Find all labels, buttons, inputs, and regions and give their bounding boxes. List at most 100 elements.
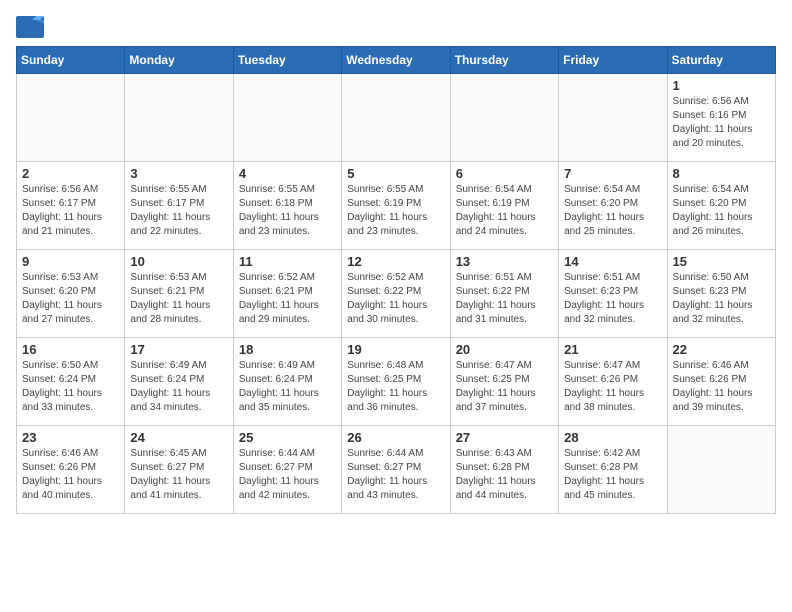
day-info: Sunrise: 6:53 AM Sunset: 6:21 PM Dayligh… [130, 271, 227, 327]
day-number: 10 [130, 254, 227, 269]
calendar-cell: 10 Sunrise: 6:53 AM Sunset: 6:21 PM Dayli… [125, 250, 233, 338]
calendar-cell: 20 Sunrise: 6:47 AM Sunset: 6:25 PM Dayli… [450, 338, 558, 426]
calendar-cell [667, 426, 775, 514]
calendar-cell: 9 Sunrise: 6:53 AM Sunset: 6:20 PM Daylig… [17, 250, 125, 338]
week-row-0: 1 Sunrise: 6:56 AM Sunset: 6:16 PM Daylig… [17, 74, 776, 162]
day-number: 24 [130, 430, 227, 445]
header-sunday: Sunday [17, 47, 125, 74]
day-info: Sunrise: 6:51 AM Sunset: 6:22 PM Dayligh… [456, 271, 553, 327]
day-number: 14 [564, 254, 661, 269]
day-info: Sunrise: 6:51 AM Sunset: 6:23 PM Dayligh… [564, 271, 661, 327]
calendar-cell: 23 Sunrise: 6:46 AM Sunset: 6:26 PM Dayli… [17, 426, 125, 514]
day-info: Sunrise: 6:56 AM Sunset: 6:17 PM Dayligh… [22, 183, 119, 239]
days-header-row: SundayMondayTuesdayWednesdayThursdayFrid… [17, 47, 776, 74]
header-thursday: Thursday [450, 47, 558, 74]
calendar-cell [17, 74, 125, 162]
day-number: 1 [673, 78, 770, 93]
day-info: Sunrise: 6:43 AM Sunset: 6:28 PM Dayligh… [456, 447, 553, 503]
calendar-cell [125, 74, 233, 162]
day-number: 22 [673, 342, 770, 357]
day-number: 13 [456, 254, 553, 269]
calendar-cell: 15 Sunrise: 6:50 AM Sunset: 6:23 PM Dayli… [667, 250, 775, 338]
day-info: Sunrise: 6:49 AM Sunset: 6:24 PM Dayligh… [239, 359, 336, 415]
day-info: Sunrise: 6:50 AM Sunset: 6:23 PM Dayligh… [673, 271, 770, 327]
day-number: 9 [22, 254, 119, 269]
day-number: 2 [22, 166, 119, 181]
calendar-cell: 19Sunrise: 6:48 AM Sunset: 6:25 PM Dayli… [342, 338, 450, 426]
day-info: Sunrise: 6:44 AM Sunset: 6:27 PM Dayligh… [239, 447, 336, 503]
day-info: Sunrise: 6:54 AM Sunset: 6:20 PM Dayligh… [564, 183, 661, 239]
day-number: 25 [239, 430, 336, 445]
day-number: 27 [456, 430, 553, 445]
day-number: 17 [130, 342, 227, 357]
day-info: Sunrise: 6:53 AM Sunset: 6:20 PM Dayligh… [22, 271, 119, 327]
day-info: Sunrise: 6:54 AM Sunset: 6:19 PM Dayligh… [456, 183, 553, 239]
day-info: Sunrise: 6:52 AM Sunset: 6:22 PM Dayligh… [347, 271, 444, 327]
calendar-cell [559, 74, 667, 162]
calendar-cell: 1 Sunrise: 6:56 AM Sunset: 6:16 PM Daylig… [667, 74, 775, 162]
day-number: 5 [347, 166, 444, 181]
calendar-cell: 26 Sunrise: 6:44 AM Sunset: 6:27 PM Dayli… [342, 426, 450, 514]
calendar-cell: 8 Sunrise: 6:54 AM Sunset: 6:20 PM Daylig… [667, 162, 775, 250]
day-number: 18 [239, 342, 336, 357]
day-number: 20 [456, 342, 553, 357]
calendar-cell: 4Sunrise: 6:55 AM Sunset: 6:18 PM Daylig… [233, 162, 341, 250]
day-info: Sunrise: 6:49 AM Sunset: 6:24 PM Dayligh… [130, 359, 227, 415]
day-number: 21 [564, 342, 661, 357]
calendar-cell: 6 Sunrise: 6:54 AM Sunset: 6:19 PM Daylig… [450, 162, 558, 250]
day-number: 3 [130, 166, 227, 181]
calendar-cell: 3 Sunrise: 6:55 AM Sunset: 6:17 PM Daylig… [125, 162, 233, 250]
day-number: 28 [564, 430, 661, 445]
week-row-2: 9 Sunrise: 6:53 AM Sunset: 6:20 PM Daylig… [17, 250, 776, 338]
day-info: Sunrise: 6:48 AM Sunset: 6:25 PM Dayligh… [347, 359, 444, 415]
day-info: Sunrise: 6:55 AM Sunset: 6:18 PM Dayligh… [239, 183, 336, 239]
logo-icon [16, 16, 44, 38]
calendar-cell: 5Sunrise: 6:55 AM Sunset: 6:19 PM Daylig… [342, 162, 450, 250]
day-number: 16 [22, 342, 119, 357]
calendar-cell: 21 Sunrise: 6:47 AM Sunset: 6:26 PM Dayli… [559, 338, 667, 426]
calendar-cell: 28 Sunrise: 6:42 AM Sunset: 6:28 PM Dayli… [559, 426, 667, 514]
header-saturday: Saturday [667, 47, 775, 74]
day-info: Sunrise: 6:54 AM Sunset: 6:20 PM Dayligh… [673, 183, 770, 239]
calendar-cell [450, 74, 558, 162]
header-monday: Monday [125, 47, 233, 74]
calendar-cell [233, 74, 341, 162]
day-number: 8 [673, 166, 770, 181]
calendar-cell: 22Sunrise: 6:46 AM Sunset: 6:26 PM Dayli… [667, 338, 775, 426]
week-row-4: 23 Sunrise: 6:46 AM Sunset: 6:26 PM Dayli… [17, 426, 776, 514]
header-friday: Friday [559, 47, 667, 74]
calendar-table: SundayMondayTuesdayWednesdayThursdayFrid… [16, 46, 776, 514]
calendar-cell: 17 Sunrise: 6:49 AM Sunset: 6:24 PM Dayli… [125, 338, 233, 426]
calendar-cell: 27 Sunrise: 6:43 AM Sunset: 6:28 PM Dayli… [450, 426, 558, 514]
calendar-cell: 24 Sunrise: 6:45 AM Sunset: 6:27 PM Dayli… [125, 426, 233, 514]
calendar-cell: 13 Sunrise: 6:51 AM Sunset: 6:22 PM Dayli… [450, 250, 558, 338]
day-info: Sunrise: 6:46 AM Sunset: 6:26 PM Dayligh… [22, 447, 119, 503]
day-info: Sunrise: 6:55 AM Sunset: 6:17 PM Dayligh… [130, 183, 227, 239]
header-wednesday: Wednesday [342, 47, 450, 74]
page-header [16, 16, 776, 38]
day-info: Sunrise: 6:47 AM Sunset: 6:26 PM Dayligh… [564, 359, 661, 415]
day-number: 11 [239, 254, 336, 269]
day-info: Sunrise: 6:45 AM Sunset: 6:27 PM Dayligh… [130, 447, 227, 503]
day-number: 26 [347, 430, 444, 445]
calendar-cell: 12 Sunrise: 6:52 AM Sunset: 6:22 PM Dayli… [342, 250, 450, 338]
calendar-cell: 18 Sunrise: 6:49 AM Sunset: 6:24 PM Dayli… [233, 338, 341, 426]
calendar-cell: 16Sunrise: 6:50 AM Sunset: 6:24 PM Dayli… [17, 338, 125, 426]
week-row-1: 2 Sunrise: 6:56 AM Sunset: 6:17 PM Daylig… [17, 162, 776, 250]
day-number: 12 [347, 254, 444, 269]
day-info: Sunrise: 6:47 AM Sunset: 6:25 PM Dayligh… [456, 359, 553, 415]
day-number: 15 [673, 254, 770, 269]
day-info: Sunrise: 6:56 AM Sunset: 6:16 PM Dayligh… [673, 95, 770, 151]
calendar-cell [342, 74, 450, 162]
day-info: Sunrise: 6:42 AM Sunset: 6:28 PM Dayligh… [564, 447, 661, 503]
day-number: 7 [564, 166, 661, 181]
day-number: 6 [456, 166, 553, 181]
day-info: Sunrise: 6:44 AM Sunset: 6:27 PM Dayligh… [347, 447, 444, 503]
calendar-cell: 14 Sunrise: 6:51 AM Sunset: 6:23 PM Dayli… [559, 250, 667, 338]
logo [16, 16, 48, 38]
calendar-cell: 7 Sunrise: 6:54 AM Sunset: 6:20 PM Daylig… [559, 162, 667, 250]
calendar-cell: 25 Sunrise: 6:44 AM Sunset: 6:27 PM Dayli… [233, 426, 341, 514]
calendar-cell: 2 Sunrise: 6:56 AM Sunset: 6:17 PM Daylig… [17, 162, 125, 250]
day-number: 23 [22, 430, 119, 445]
header-tuesday: Tuesday [233, 47, 341, 74]
